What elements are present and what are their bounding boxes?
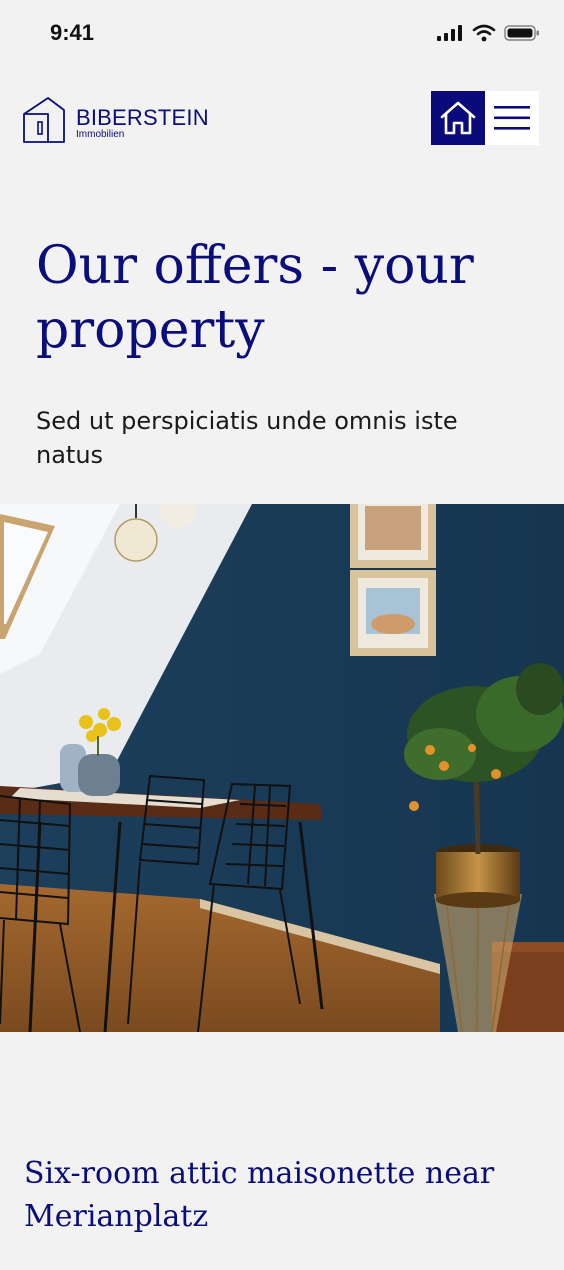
status-time: 9:41 (50, 20, 95, 45)
menu-button[interactable] (485, 91, 539, 145)
battery-icon (504, 25, 539, 41)
hero-image (0, 504, 564, 1032)
status-icons (436, 24, 540, 42)
home-icon (440, 101, 476, 135)
hamburger-menu-icon (494, 106, 530, 130)
brand-name: BIBERSTEIN (76, 105, 209, 130)
home-button[interactable] (431, 91, 485, 145)
interior-photo (0, 504, 564, 1032)
house-outline-icon (23, 97, 65, 143)
cellular-signal-icon (437, 25, 462, 41)
brand-logo[interactable]: BIBERSTEIN Immobilien (22, 94, 209, 144)
brand-text: BIBERSTEIN Immobilien (76, 107, 209, 140)
hero-subtitle: Sed ut perspiciatis unde omnis iste natu… (36, 407, 458, 469)
status-bar: 9:41 (0, 0, 564, 66)
hero-title: Our offers - your property (36, 236, 474, 360)
site-header: BIBERSTEIN Immobilien (0, 88, 564, 148)
brand-sub: Immobilien (76, 129, 125, 140)
wifi-icon (472, 24, 496, 42)
listing-title[interactable]: Six-room attic maisonette near Merianpla… (24, 1152, 544, 1238)
